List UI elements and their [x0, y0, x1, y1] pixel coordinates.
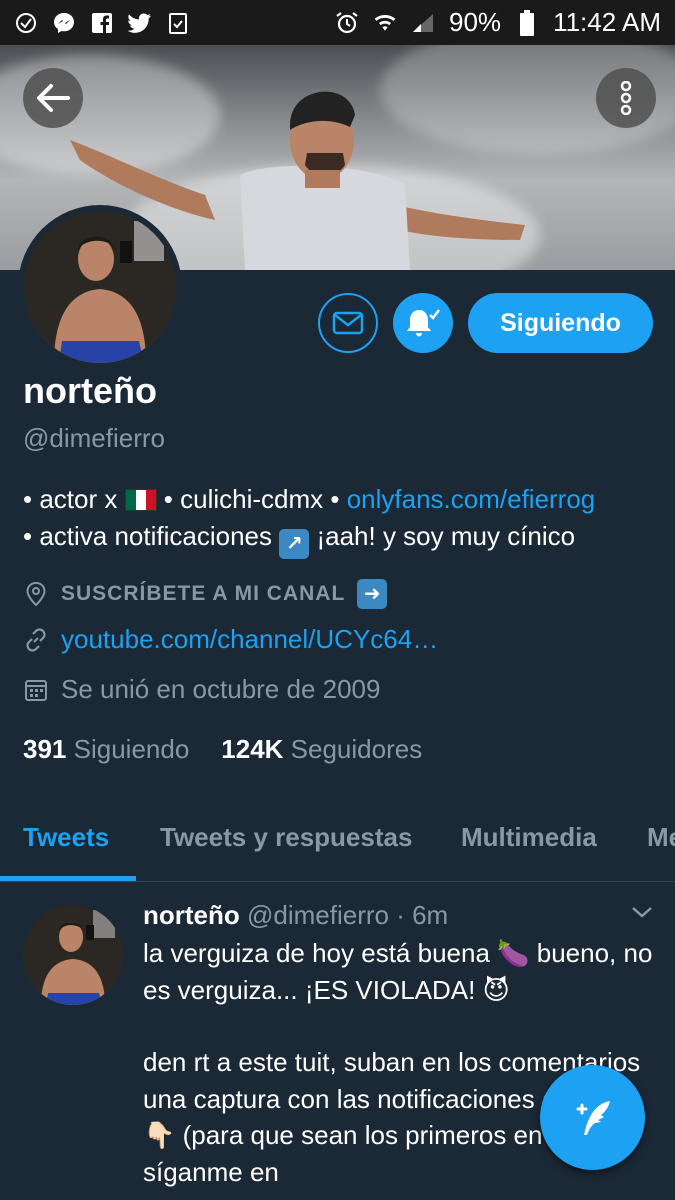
followers-number: 124K — [221, 734, 284, 764]
arrow-upper-right-icon: ↗ — [279, 529, 310, 559]
bio-text: • culichi-cdmx • — [156, 484, 347, 514]
tab-media[interactable]: Multimedia — [461, 822, 597, 853]
bell-check-icon — [407, 309, 440, 337]
more-vertical-icon — [620, 81, 632, 115]
profile-website[interactable]: youtube.com/channel/UCYc64… — [23, 624, 438, 655]
battery-percentage: 90% — [449, 7, 502, 37]
profile-location: SUSCRÍBETE A MI CANAL ➜ — [23, 579, 388, 609]
following-label: Siguiendo — [73, 734, 190, 764]
twitter-icon — [128, 11, 152, 35]
tab-tweets[interactable]: Tweets — [23, 822, 109, 853]
status-bar-left — [14, 11, 190, 35]
bio-text: • actor x — [23, 484, 125, 514]
following-number: 391 — [23, 734, 67, 764]
profile-name: norteño — [23, 370, 157, 411]
avatar-image — [24, 211, 176, 363]
facebook-icon — [90, 11, 114, 35]
status-bar-right: 90% 11:42 AM — [335, 7, 661, 38]
link-icon — [23, 627, 49, 653]
tweet-author-handle[interactable]: @dimefierro — [247, 900, 389, 930]
clock: 11:42 AM — [553, 7, 661, 37]
bio-line-2: • activa notificaciones ↗ ¡aah! y soy mu… — [23, 518, 663, 559]
calendar-icon — [23, 677, 49, 703]
bio-line-1: • actor x • culichi-cdmx • onlyfans.com/… — [23, 481, 663, 518]
wifi-icon — [373, 11, 397, 35]
alarm-icon — [335, 11, 359, 35]
bio-text: • activa notificaciones — [23, 521, 280, 551]
profile-avatar[interactable] — [18, 205, 182, 369]
clipboard-check-icon — [166, 11, 190, 35]
battery-icon — [515, 9, 539, 36]
location-pin-icon — [23, 581, 49, 607]
bio-link[interactable]: onlyfans.com/efierrog — [347, 484, 596, 514]
tweet-avatar[interactable] — [23, 905, 123, 1005]
tweet-paragraph: la verguiza de hoy está buena 🍆 bueno, n… — [143, 938, 653, 1005]
website-link[interactable]: youtube.com/channel/UCYc64… — [61, 624, 438, 655]
arrow-left-icon — [37, 84, 70, 112]
tweet-timestamp: · 6m — [396, 900, 449, 930]
status-bar: 90% 11:42 AM — [0, 0, 675, 45]
profile-tabs: Tweets Tweets y respuestas Multimedia Me — [0, 800, 675, 882]
tab-likes[interactable]: Me — [647, 822, 675, 853]
more-options-button[interactable] — [596, 68, 656, 128]
tweet-author-name[interactable]: norteño — [143, 900, 240, 930]
arrow-right-icon: ➜ — [357, 579, 388, 609]
tweet-menu-button[interactable] — [630, 905, 654, 924]
location-text: SUSCRÍBETE A MI CANAL — [61, 582, 346, 605]
tab-tweets-replies[interactable]: Tweets y respuestas — [160, 822, 412, 853]
check-circle-icon — [14, 11, 38, 35]
bio-text: ¡aah! y soy muy cínico — [309, 521, 576, 551]
follow-counts: 391 Siguiendo 124K Seguidores — [23, 734, 422, 765]
profile-handle: @dimefierro — [23, 423, 165, 453]
profile-join-date: Se unió en octubre de 2009 — [23, 674, 380, 705]
signal-icon — [411, 11, 435, 35]
profile-bio: • actor x • culichi-cdmx • onlyfans.com/… — [23, 481, 663, 559]
compose-tweet-button[interactable] — [540, 1065, 645, 1170]
envelope-icon — [332, 311, 364, 335]
following-count[interactable]: 391 Siguiendo — [23, 734, 189, 765]
back-button[interactable] — [23, 68, 83, 128]
active-tab-indicator — [0, 876, 136, 881]
chevron-down-icon — [632, 907, 652, 918]
followers-count[interactable]: 124K Seguidores — [221, 734, 422, 765]
mexico-flag-icon — [124, 489, 157, 511]
followers-label: Seguidores — [290, 734, 423, 764]
message-button[interactable] — [318, 293, 378, 353]
tweet-header: norteño @dimefierro · 6m — [143, 900, 448, 931]
compose-feather-icon — [576, 1100, 610, 1135]
join-date-text: Se unió en octubre de 2009 — [61, 674, 381, 704]
following-button[interactable]: Siguiendo — [468, 293, 653, 353]
messenger-icon — [52, 11, 76, 35]
notifications-button[interactable] — [393, 293, 453, 353]
